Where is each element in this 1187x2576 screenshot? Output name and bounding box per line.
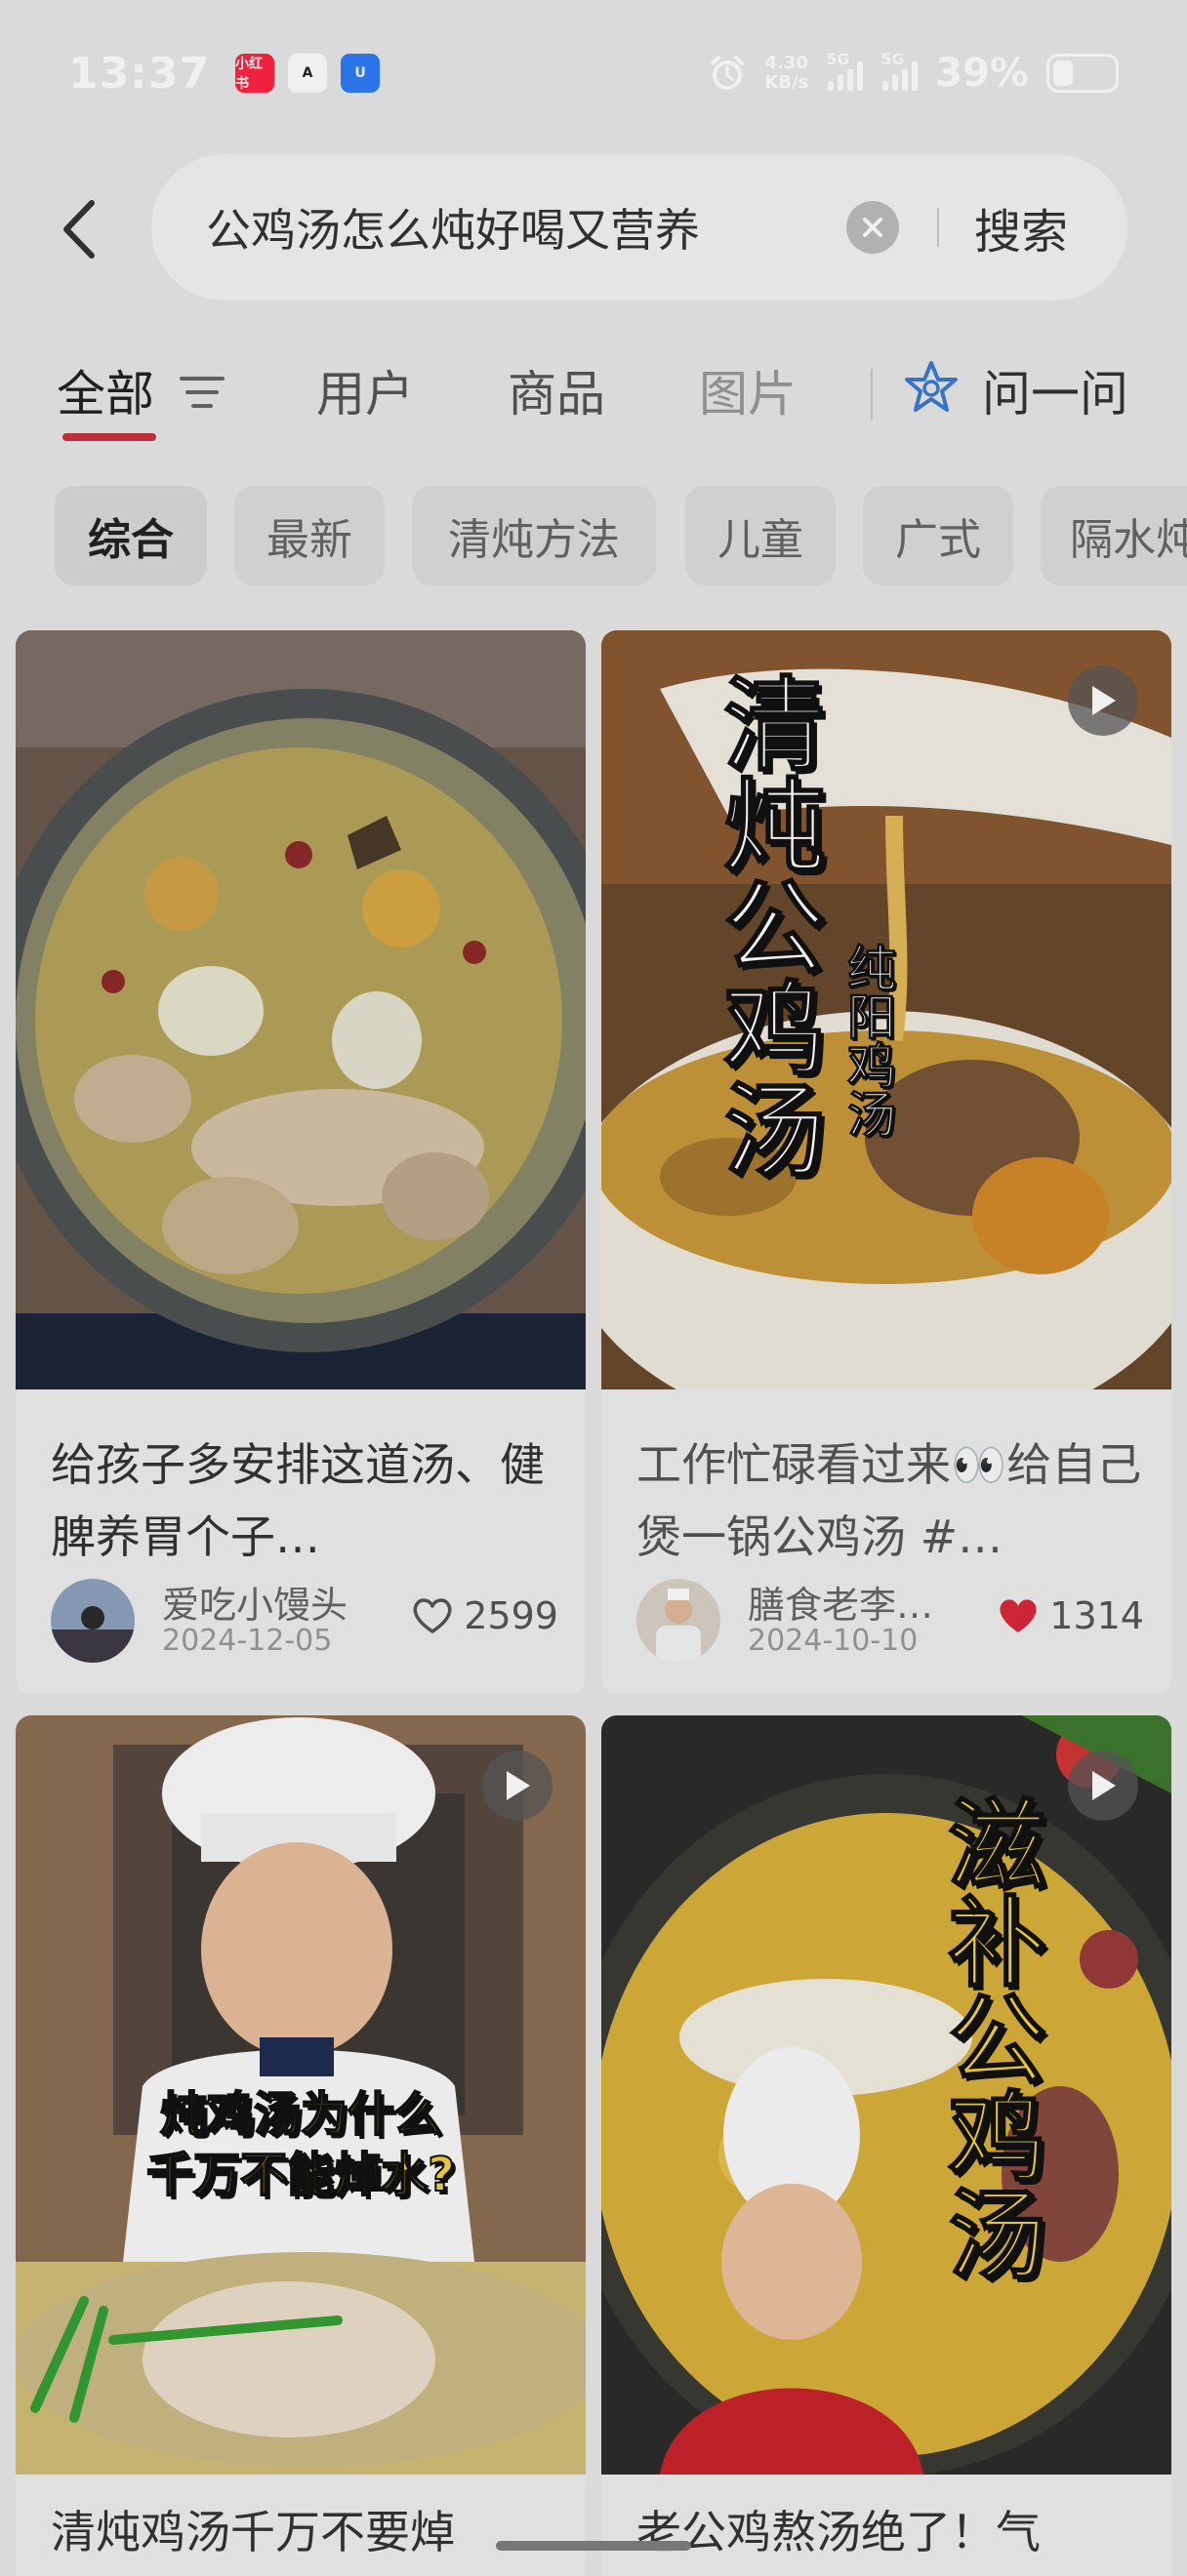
chip-latest[interactable]: 最新 [234, 486, 385, 585]
active-tab-indicator [62, 433, 156, 441]
security-app-icon: U [341, 54, 381, 93]
note-cover-image[interactable] [16, 630, 586, 1389]
network-speed-value: 4.30 [764, 53, 808, 73]
chip-comprehensive[interactable]: 综合 [55, 486, 207, 585]
note-card[interactable]: 给孩子多安排这道汤、健脾养胃个子… 爱吃小馒头 2024-12-05 2599 [16, 630, 586, 1694]
search-bar[interactable]: 公鸡汤怎么炖好喝又营养 搜索 [151, 154, 1127, 301]
tab-all[interactable]: 全部 [57, 355, 154, 425]
clear-search-button[interactable] [846, 201, 899, 254]
tab-users[interactable]: 用户 [316, 355, 414, 425]
back-arrow-icon[interactable] [55, 197, 103, 262]
filter-chips: 综合 最新 清炖方法 儿童 广式 隔水炖 [0, 486, 1187, 587]
signal-strength-2: 5G [880, 50, 919, 91]
close-icon [863, 218, 882, 237]
play-icon [1092, 686, 1116, 715]
avatar[interactable] [636, 1579, 720, 1663]
cover-overlay-title: 滋补公鸡汤 [930, 1792, 1046, 2282]
chip-cantonese[interactable]: 广式 [863, 486, 1013, 585]
home-indicator[interactable] [496, 2541, 691, 2551]
signal-strength-1: 5G [826, 50, 864, 91]
note-title[interactable]: 清炖鸡汤千万不要焯 [51, 2496, 558, 2568]
gallery-app-icon: A [288, 54, 328, 93]
like-button[interactable]: 2599 [411, 1594, 558, 1637]
tab-ask[interactable]: 问一问 [982, 355, 1128, 425]
video-play-badge [1068, 665, 1138, 736]
cover-overlay-line1: 炖鸡汤为什么 [159, 2086, 442, 2143]
note-title[interactable]: 老公鸡熬汤绝了！气 [636, 2496, 1144, 2568]
like-button[interactable]: 1314 [997, 1594, 1144, 1637]
status-time: 13:37 [68, 48, 211, 99]
author-name[interactable]: 爱吃小馒头 [162, 1575, 348, 1629]
search-divider [937, 208, 939, 247]
note-cover-image[interactable]: 滋补公鸡汤 [601, 1715, 1171, 2475]
tab-separator [871, 369, 873, 420]
note-cover-image[interactable]: 炖鸡汤为什么 千万不能焯水? [16, 1715, 586, 2475]
note-cover-image[interactable]: 清炖公鸡汤 纯阳鸡汤 [601, 630, 1171, 1389]
note-meta: 爱吃小馒头 2024-12-05 2599 [51, 1579, 558, 1667]
note-meta: 膳食老李… 2024-10-10 1314 [636, 1579, 1144, 1667]
ask-star-icon [905, 361, 958, 412]
heart-outline-icon [413, 1598, 452, 1633]
tab-images[interactable]: 图片 [699, 355, 797, 425]
search-header: 公鸡汤怎么炖好喝又营养 搜索 [0, 146, 1187, 312]
status-indicators: 4.30 KB/s 5G 5G 39% [708, 50, 1119, 96]
battery-icon [1046, 54, 1119, 93]
avatar[interactable] [51, 1579, 135, 1663]
play-icon [507, 1771, 530, 1800]
like-count: 2599 [464, 1594, 558, 1637]
heart-filled-icon [1000, 1599, 1037, 1632]
search-button[interactable]: 搜索 [974, 193, 1068, 262]
note-title[interactable]: 工作忙碌看过来👀给自己煲一锅公鸡汤 #… [636, 1429, 1144, 1573]
status-bar: 13:37 小红书 A U 4.30 KB/s 5G 5G 39% [0, 0, 1187, 146]
battery-percent: 39% [935, 51, 1029, 96]
notification-icons: 小红书 A U [235, 54, 381, 93]
signal-type-label: 5G [880, 50, 905, 68]
play-icon [1092, 1771, 1116, 1800]
cover-overlay-title: 清炖公鸡汤 [705, 670, 826, 1180]
post-date: 2024-10-10 [748, 1624, 919, 1658]
note-card[interactable]: 炖鸡汤为什么 千万不能焯水? 清炖鸡汤千万不要焯 [16, 1715, 586, 2576]
note-title[interactable]: 给孩子多安排这道汤、健脾养胃个子… [51, 1429, 558, 1573]
post-date: 2024-12-05 [162, 1624, 333, 1658]
chip-clear-stew-method[interactable]: 清炖方法 [412, 486, 656, 585]
author-name[interactable]: 膳食老李… [748, 1575, 933, 1629]
like-count: 1314 [1049, 1594, 1144, 1637]
video-play-badge [482, 1751, 553, 1821]
result-tabs: 全部 用户 商品 图片 问一问 [0, 332, 1187, 459]
cover-overlay-line2: 千万不能焯水? [145, 2147, 456, 2203]
filter-icon[interactable] [178, 373, 226, 412]
chip-children[interactable]: 儿童 [685, 486, 836, 585]
alarm-icon [711, 56, 745, 90]
network-speed: 4.30 KB/s [764, 54, 808, 93]
signal-type-label: 5G [826, 50, 850, 68]
note-card[interactable]: 清炖公鸡汤 纯阳鸡汤 工作忙碌看过来👀给自己煲一锅公鸡汤 #… 膳食老李… 20… [601, 630, 1171, 1694]
network-speed-unit: KB/s [764, 72, 809, 93]
note-card[interactable]: 滋补公鸡汤 老公鸡熬汤绝了！气 [601, 1715, 1171, 2576]
chip-double-boil[interactable]: 隔水炖 [1041, 486, 1187, 585]
cover-overlay-subtitle: 纯阳鸡汤 [839, 943, 897, 1139]
video-play-badge [1068, 1751, 1138, 1821]
tab-goods[interactable]: 商品 [508, 355, 605, 425]
search-input[interactable]: 公鸡汤怎么炖好喝又营养 [206, 195, 700, 260]
xiaohongshu-app-icon: 小红书 [235, 54, 275, 93]
